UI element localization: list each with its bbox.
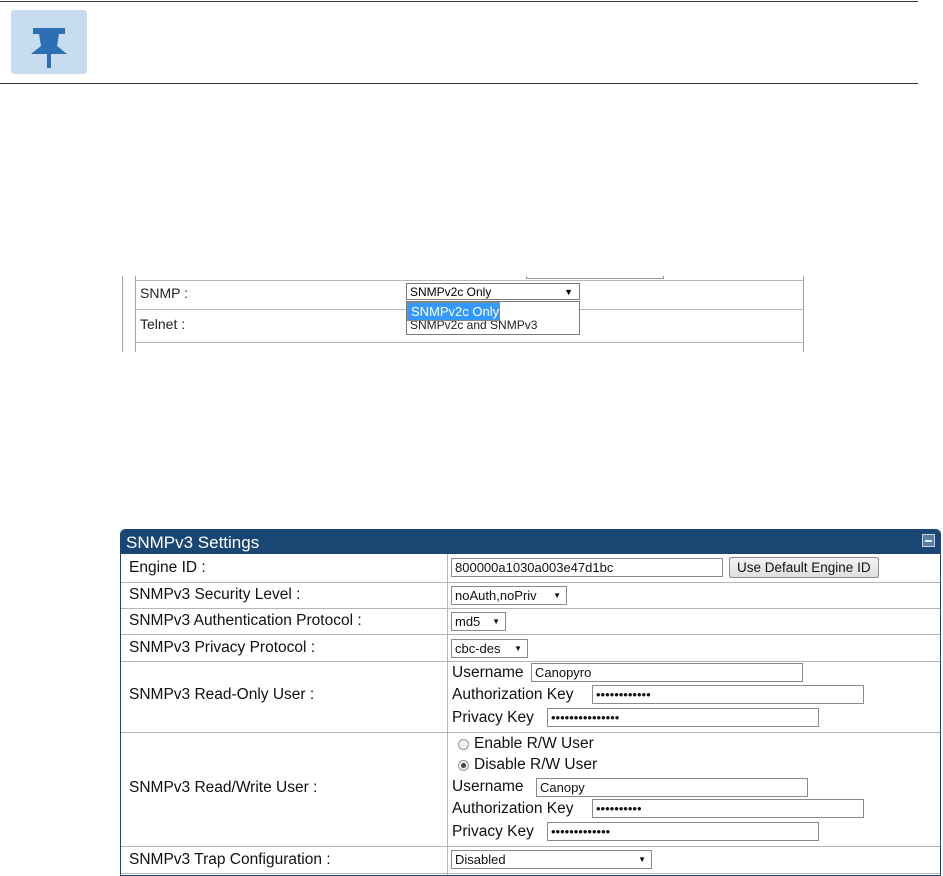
bottom-rule — [0, 83, 918, 84]
panel-title: SNMPv3 Settings — [126, 533, 260, 552]
chevron-down-icon: ▼ — [514, 644, 522, 653]
rw-auth-key-label: Authorization Key — [452, 800, 574, 817]
rw-auth-key-input[interactable]: •••••••••• — [592, 799, 864, 818]
read-write-user-row: SNMPv3 Read/Write User : Enable R/W User… — [121, 733, 940, 847]
rw-username-input[interactable]: Canopy — [536, 778, 808, 797]
top-rule — [0, 1, 918, 2]
ro-privacy-key-input[interactable]: ••••••••••••••• — [547, 708, 819, 727]
ro-username-input[interactable]: Canopyro — [531, 663, 803, 682]
use-default-engine-id-button[interactable]: Use Default Engine ID — [729, 557, 879, 578]
auth-protocol-label: SNMPv3 Authentication Protocol : — [129, 612, 362, 629]
privacy-protocol-label: SNMPv3 Privacy Protocol : — [129, 639, 316, 656]
rw-username-label: Username — [452, 778, 524, 795]
disable-rw-radio[interactable] — [458, 760, 469, 771]
chevron-down-icon: ▼ — [564, 287, 573, 297]
chevron-down-icon: ▼ — [553, 591, 561, 600]
ro-user-label: SNMPv3 Read-Only User : — [129, 686, 315, 703]
snmp-option[interactable]: SNMPv2c Only — [407, 302, 501, 321]
ro-privacy-key-label: Privacy Key — [452, 709, 534, 726]
engine-id-input[interactable]: 800000a1030a003e47d1bc — [451, 558, 723, 577]
trap-config-label: SNMPv3 Trap Configuration : — [129, 851, 331, 868]
telnet-label: Telnet : — [140, 316, 186, 332]
privacy-protocol-select[interactable]: cbc-des ▼ — [451, 639, 528, 658]
snmp-label: SNMP : — [140, 285, 188, 301]
collapse-icon[interactable] — [922, 534, 935, 547]
security-level-value: noAuth,noPriv — [455, 588, 537, 603]
security-level-select[interactable]: noAuth,noPriv ▼ — [451, 586, 567, 605]
ro-username-label: Username — [452, 664, 524, 681]
snmp-dropdown-list: SNMPv2c Only SNMPv3 Only SNMPv2c and SNM… — [406, 301, 580, 335]
privacy-protocol-row: SNMPv3 Privacy Protocol : cbc-des ▼ — [121, 635, 940, 662]
rw-user-label: SNMPv3 Read/Write User : — [129, 779, 318, 796]
snmp-select[interactable]: SNMPv2c Only ▼ — [406, 283, 580, 300]
auth-protocol-value: md5 — [455, 614, 481, 629]
engine-id-label: Engine ID : — [129, 559, 206, 576]
trap-config-row: SNMPv3 Trap Configuration : Disabled ▼ — [121, 847, 940, 874]
chevron-down-icon: ▼ — [638, 855, 646, 864]
rw-privacy-key-label: Privacy Key — [452, 823, 534, 840]
pushpin-icon — [11, 10, 87, 74]
auth-protocol-row: SNMPv3 Authentication Protocol : md5 ▼ — [121, 609, 940, 635]
ro-auth-key-input[interactable]: •••••••••••• — [592, 685, 864, 704]
snmpv3-settings-panel: SNMPv3 Settings Engine ID : 800000a1030a… — [120, 529, 941, 876]
trap-config-select[interactable]: Disabled ▼ — [451, 850, 652, 869]
privacy-protocol-value: cbc-des — [455, 641, 501, 656]
chevron-down-icon: ▼ — [492, 617, 500, 626]
snmp-dropdown-screenshot: SNMP : Telnet : SNMPv2c Only ▼ SNMPv2c O… — [120, 276, 810, 352]
rw-privacy-key-input[interactable]: ••••••••••••• — [547, 822, 819, 841]
ro-auth-key-label: Authorization Key — [452, 686, 574, 703]
engine-id-row: Engine ID : 800000a1030a003e47d1bc Use D… — [121, 554, 940, 583]
enable-rw-radio[interactable] — [458, 739, 469, 750]
auth-protocol-select[interactable]: md5 ▼ — [451, 612, 506, 631]
trap-config-value: Disabled — [455, 852, 506, 867]
snmp-select-value: SNMPv2c Only — [410, 285, 492, 299]
panel-header: SNMPv3 Settings — [121, 530, 940, 554]
security-level-label: SNMPv3 Security Level : — [129, 586, 301, 603]
disable-rw-label: Disable R/W User — [474, 756, 598, 773]
security-level-row: SNMPv3 Security Level : noAuth,noPriv ▼ — [121, 583, 940, 609]
read-only-user-row: SNMPv3 Read-Only User : Username Canopyr… — [121, 662, 940, 733]
enable-rw-label: Enable R/W User — [474, 735, 594, 752]
